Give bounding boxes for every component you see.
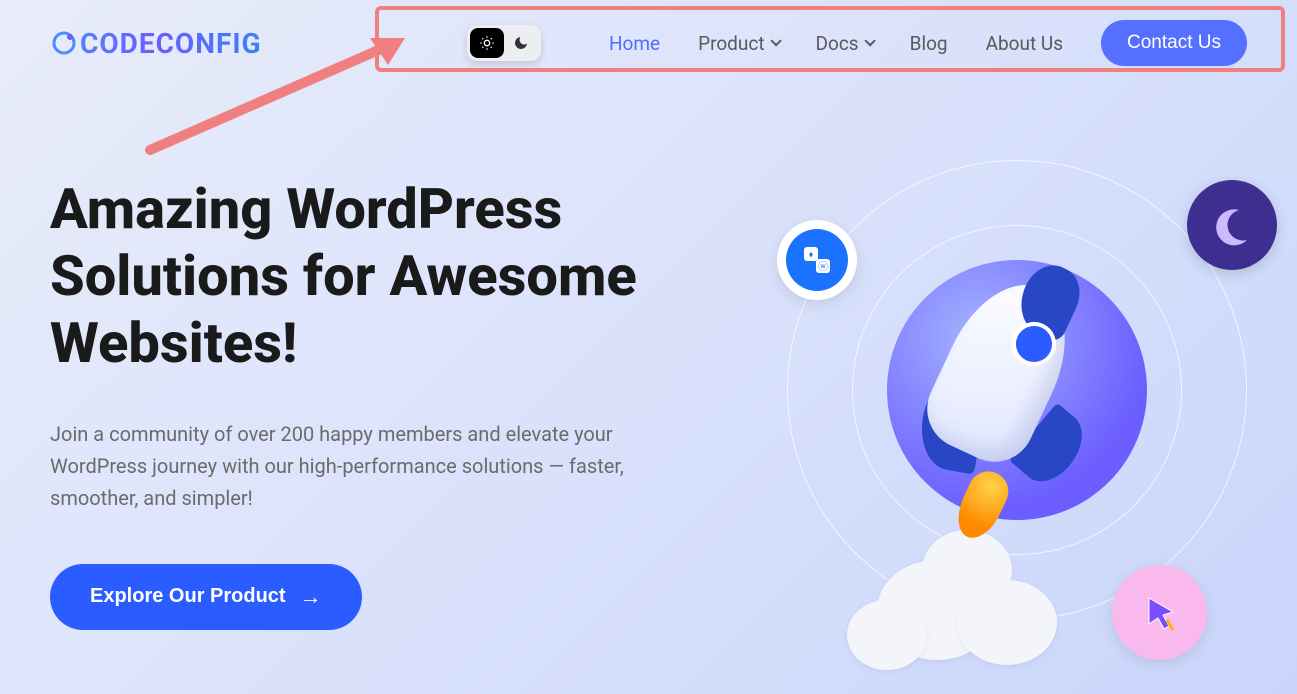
nav-product-label: Product: [698, 32, 764, 55]
hero-text: Amazing WordPress Solutions for Awesome …: [50, 176, 770, 630]
hero-illustration: ⬧ⓦ: [767, 130, 1267, 650]
theme-light-option[interactable]: [470, 28, 504, 58]
moon-icon: [513, 35, 529, 51]
badge-dropbox-wordpress: ⬧ⓦ: [777, 220, 857, 300]
nav-product[interactable]: Product: [698, 32, 777, 55]
site-header: CODECONFIG Home Product Docs Blog About …: [0, 0, 1297, 86]
badge-moon: [1187, 180, 1277, 270]
theme-toggle[interactable]: [467, 25, 541, 61]
nav-docs-label: Docs: [816, 32, 859, 55]
logo-mark-icon: [50, 29, 78, 57]
nav-home[interactable]: Home: [609, 32, 660, 55]
hero-description: Join a community of over 200 happy membe…: [50, 418, 710, 514]
sun-icon: [479, 35, 495, 51]
cursor-icon: [1137, 590, 1183, 636]
brand-logo[interactable]: CODECONFIG: [50, 27, 262, 60]
moon-crescent-icon: [1207, 200, 1257, 250]
exhaust-cloud: [957, 580, 1057, 665]
chevron-down-icon: [770, 35, 781, 46]
brand-name: CODECONFIG: [80, 27, 262, 60]
dropbox-wordpress-icon: ⬧ⓦ: [786, 229, 848, 291]
badge-cursor: [1112, 565, 1207, 660]
exhaust-cloud: [847, 600, 927, 670]
svg-text:ⓦ: ⓦ: [818, 261, 828, 273]
rocket-illustration: [867, 260, 1127, 540]
nav-docs[interactable]: Docs: [816, 32, 872, 55]
contact-us-button[interactable]: Contact Us: [1101, 20, 1247, 66]
theme-dark-option[interactable]: [504, 28, 538, 58]
arrow-right-icon: →: [300, 584, 322, 610]
main-nav: Home Product Docs Blog About Us Contact …: [467, 20, 1247, 66]
hero-title: Amazing WordPress Solutions for Awesome …: [50, 176, 770, 378]
chevron-down-icon: [864, 35, 875, 46]
nav-about[interactable]: About Us: [986, 32, 1063, 55]
explore-product-label: Explore Our Product: [90, 585, 286, 608]
svg-text:⬧: ⬧: [809, 250, 813, 260]
nav-blog[interactable]: Blog: [910, 32, 948, 55]
explore-product-button[interactable]: Explore Our Product →: [50, 564, 362, 630]
